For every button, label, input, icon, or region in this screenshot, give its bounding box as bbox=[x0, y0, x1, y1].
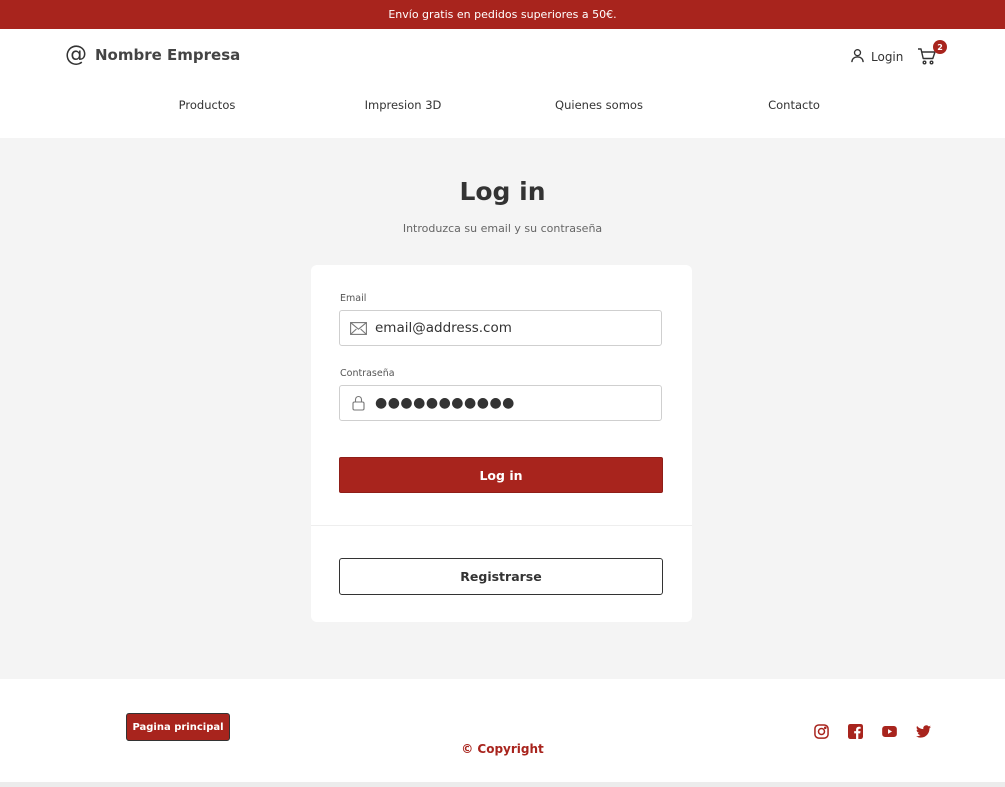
site-footer: Pagina principal © Copyright bbox=[0, 679, 1005, 782]
site-header: @ Nombre Empresa Login 2 Productos Impre… bbox=[0, 29, 1005, 138]
footer-bottom-strip bbox=[0, 782, 1005, 787]
email-field-container bbox=[339, 310, 662, 346]
brand-logo[interactable]: @ Nombre Empresa bbox=[65, 44, 240, 66]
home-page-button[interactable]: Pagina principal bbox=[126, 713, 230, 741]
instagram-icon[interactable] bbox=[813, 723, 830, 740]
youtube-icon[interactable] bbox=[881, 723, 898, 740]
lock-icon bbox=[349, 395, 367, 411]
twitter-icon[interactable] bbox=[915, 723, 932, 740]
login-label: Login bbox=[871, 50, 904, 64]
password-field-container: ●●●●●●●●●●● bbox=[339, 385, 662, 421]
social-links bbox=[813, 723, 932, 740]
card-divider bbox=[311, 525, 692, 526]
cart-icon bbox=[917, 48, 937, 70]
cart-button[interactable]: 2 bbox=[917, 40, 947, 70]
email-input[interactable] bbox=[375, 320, 645, 336]
login-card: Email Contraseña ●●●●●●●●●●● Log in Regi… bbox=[311, 265, 692, 622]
cart-count-badge: 2 bbox=[933, 40, 947, 54]
promo-text: Envío gratis en pedidos superiores a 50€… bbox=[388, 8, 617, 21]
brand-name: Nombre Empresa bbox=[95, 46, 241, 64]
register-button[interactable]: Registrarse bbox=[339, 558, 663, 595]
facebook-icon[interactable] bbox=[847, 723, 864, 740]
nav-item-contacto[interactable]: Contacto bbox=[768, 98, 820, 112]
at-icon: @ bbox=[65, 42, 87, 67]
page-subtitle: Introduzca su email y su contraseña bbox=[402, 222, 603, 235]
nav-item-quienes-somos[interactable]: Quienes somos bbox=[555, 98, 643, 112]
page-title: Log in bbox=[459, 177, 546, 206]
main-nav: Productos Impresion 3D Quienes somos Con… bbox=[0, 98, 1005, 114]
promo-banner: Envío gratis en pedidos superiores a 50€… bbox=[0, 0, 1005, 29]
password-input[interactable]: ●●●●●●●●●●● bbox=[375, 395, 515, 411]
login-link[interactable]: Login bbox=[850, 48, 903, 66]
password-label: Contraseña bbox=[340, 368, 395, 379]
nav-item-impresion-3d[interactable]: Impresion 3D bbox=[365, 98, 442, 112]
envelope-icon bbox=[349, 320, 367, 336]
copyright-text: © Copyright bbox=[461, 742, 544, 756]
email-label: Email bbox=[340, 293, 367, 304]
login-button[interactable]: Log in bbox=[339, 457, 663, 493]
user-icon bbox=[850, 48, 865, 66]
nav-item-productos[interactable]: Productos bbox=[179, 98, 236, 112]
